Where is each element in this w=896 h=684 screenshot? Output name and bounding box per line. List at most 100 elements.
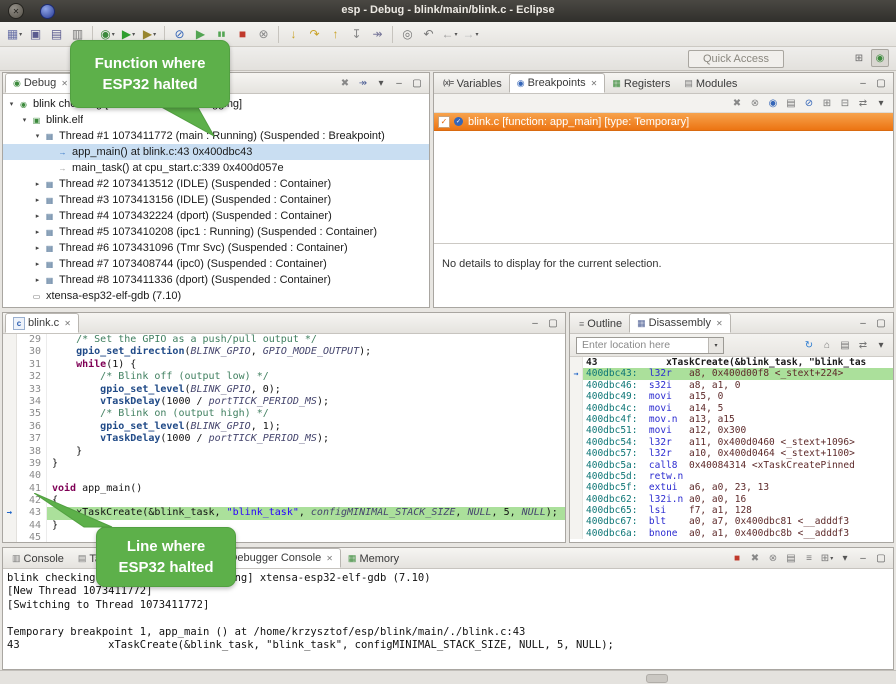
show-breakpoints-supported-icon[interactable]: ◉ xyxy=(765,95,781,111)
code-line[interactable]: 34 vTaskDelay(1000 / portTICK_PERIOD_MS)… xyxy=(3,396,565,408)
breakpoint-row[interactable]: ✓ ✓ blink.c [function: app_main] [type: … xyxy=(434,113,893,131)
maximize-icon[interactable]: ▢ xyxy=(873,550,889,566)
disassembly-row[interactable]: 400dbc5d: retw.n xyxy=(570,471,893,482)
minimize-icon[interactable]: – xyxy=(855,315,871,331)
debug-tree-item[interactable]: ▸▦Thread #8 1073411336 (dport) (Suspende… xyxy=(3,272,429,288)
disassembly-row[interactable]: 400dbc6a: bnone a0, a1, 0x400dbc8b <__ad… xyxy=(570,528,893,539)
sync-with-debug-icon[interactable]: ⇄ xyxy=(855,337,871,353)
tab-breakpoints[interactable]: ◉Breakpoints✕ xyxy=(509,73,606,93)
maximize-icon[interactable]: ▢ xyxy=(409,75,425,91)
minimize-icon[interactable]: – xyxy=(391,75,407,91)
disassembly-row[interactable]: 400dbc65: lsi f7, a1, 128 xyxy=(570,505,893,516)
remove-all-breakpoints-icon[interactable]: ⊗ xyxy=(747,95,763,111)
skip-all-breakpoints-icon[interactable]: ⊘ xyxy=(801,95,817,111)
search-icon[interactable]: ◎ xyxy=(398,24,417,44)
remove-all-terminated-icon[interactable]: ✖ xyxy=(337,75,353,91)
disassembly-body[interactable]: 43 xTaskCreate(&blink_task, "blink_tas→4… xyxy=(570,357,893,542)
code-line[interactable]: 29 /* Set the GPIO as a push/pull output… xyxy=(3,334,565,346)
disassembly-row[interactable]: 43 xTaskCreate(&blink_task, "blink_tas xyxy=(570,357,893,368)
disconnect-icon[interactable]: ⊗ xyxy=(254,24,273,44)
disassembly-row[interactable]: 400dbc51: movi a12, 0x300 xyxy=(570,425,893,436)
code-line[interactable]: 32 /* Blink off (output low) */ xyxy=(3,371,565,383)
code-line[interactable]: 45 xyxy=(3,532,565,542)
disassembly-row[interactable]: 400dbc62: l32i.n a0, a0, 16 xyxy=(570,494,893,505)
quick-access-button[interactable]: Quick Access xyxy=(688,50,784,68)
maximize-icon[interactable]: ▢ xyxy=(873,315,889,331)
expand-icon[interactable]: ▸ xyxy=(32,276,43,284)
expand-icon[interactable]: ▸ xyxy=(32,180,43,188)
debug-tree-item[interactable]: →app_main() at blink.c:43 0x400dbc43 xyxy=(3,144,429,160)
maximize-icon[interactable]: ▢ xyxy=(545,315,561,331)
close-tab-icon[interactable]: ✕ xyxy=(591,79,598,88)
minimize-icon[interactable]: – xyxy=(855,75,871,91)
step-over-icon[interactable]: ↷ xyxy=(305,24,324,44)
debug-tree-item[interactable]: ▸▦Thread #3 1073413156 (IDLE) (Suspended… xyxy=(3,192,429,208)
scrollbar-thumb[interactable] xyxy=(646,674,668,683)
debug-perspective-icon[interactable]: ◉ xyxy=(871,49,889,67)
code-line[interactable]: 39} xyxy=(3,458,565,470)
last-edit-location-icon[interactable]: ↶ xyxy=(419,24,438,44)
debug-tree-item[interactable]: ▸▦Thread #6 1073431096 (Tmr Svc) (Suspen… xyxy=(3,240,429,256)
tab-disassembly[interactable]: ▦Disassembly✕ xyxy=(629,313,731,333)
minimize-icon[interactable]: – xyxy=(855,550,871,566)
expand-icon[interactable]: ▸ xyxy=(32,244,43,252)
drop-to-frame-icon[interactable]: ↧ xyxy=(347,24,366,44)
debug-tree-item[interactable]: ▸▦Thread #5 1073410208 (ipc1 : Running) … xyxy=(3,224,429,240)
step-into-icon[interactable]: ↓ xyxy=(284,24,303,44)
save-icon[interactable]: ▣ xyxy=(26,24,45,44)
disassembly-row[interactable]: 400dbc5a: call8 0x40084314 <xTaskCreateP… xyxy=(570,460,893,471)
forward-icon[interactable]: →▾ xyxy=(461,24,480,44)
view-menu-icon[interactable]: ▾ xyxy=(373,75,389,91)
view-menu-icon[interactable]: ▾ xyxy=(873,95,889,111)
remove-launch-icon[interactable]: ✖ xyxy=(747,550,763,566)
code-line[interactable]: 38 } xyxy=(3,446,565,458)
tab-blink-c[interactable]: c blink.c ✕ xyxy=(5,313,79,333)
save-all-icon[interactable]: ▤ xyxy=(47,24,66,44)
collapse-icon[interactable]: ▾ xyxy=(32,132,43,140)
refresh-icon[interactable]: ↻ xyxy=(801,337,817,353)
code-line[interactable]: 37 vTaskDelay(1000 / portTICK_PERIOD_MS)… xyxy=(3,433,565,445)
disassembly-row[interactable]: 400dbc4c: movi a14, 5 xyxy=(570,403,893,414)
home-icon[interactable]: ⌂ xyxy=(819,337,835,353)
instruction-stepping-mode-icon[interactable]: ↠ xyxy=(355,75,371,91)
combo-dropdown-icon[interactable]: ▾ xyxy=(708,338,723,353)
debug-tree-item[interactable]: ▸▦Thread #4 1073432224 (dport) (Suspende… xyxy=(3,208,429,224)
disassembly-row[interactable]: →400dbc43: l32r a8, 0x400d00f8 <_stext+2… xyxy=(570,368,893,379)
close-tab-icon[interactable]: ✕ xyxy=(64,319,71,328)
back-icon[interactable]: ←▾ xyxy=(440,24,459,44)
breakpoint-checkbox[interactable]: ✓ xyxy=(438,116,450,128)
remove-all-launches-icon[interactable]: ⊗ xyxy=(765,550,781,566)
debug-tree-item[interactable]: ▭xtensa-esp32-elf-gdb (7.10) xyxy=(3,288,429,304)
tab-console[interactable]: ▥Console xyxy=(5,549,71,568)
expand-icon[interactable]: ▸ xyxy=(32,212,43,220)
terminate-icon[interactable]: ■ xyxy=(233,24,252,44)
open-console-icon[interactable]: ⊞▾ xyxy=(819,550,835,566)
remove-selected-breakpoints-icon[interactable]: ✖ xyxy=(729,95,745,111)
tab-registers[interactable]: ▦Registers xyxy=(605,74,677,93)
debug-tree-item[interactable]: ▸▦Thread #7 1073408744 (ipc0) (Suspended… xyxy=(3,256,429,272)
collapse-icon[interactable]: ▾ xyxy=(19,116,30,124)
go-to-file-icon[interactable]: ▤ xyxy=(783,95,799,111)
window-close-button[interactable]: ✕ xyxy=(8,3,24,19)
maximize-icon[interactable]: ▢ xyxy=(873,75,889,91)
view-menu-icon[interactable]: ▾ xyxy=(873,337,889,353)
collapse-all-icon[interactable]: ⊟ xyxy=(837,95,853,111)
disassembly-row[interactable]: 400dbc54: l32r a11, 0x400d0460 <_stext+1… xyxy=(570,437,893,448)
expand-all-icon[interactable]: ⊞ xyxy=(819,95,835,111)
disassembly-row[interactable]: 400dbc57: l32r a10, 0x400d0464 <_stext+1… xyxy=(570,448,893,459)
tab-memory[interactable]: ▦Memory xyxy=(341,549,406,568)
tab-outline[interactable]: ≡Outline xyxy=(572,314,629,333)
disassembly-row[interactable]: 400dbc49: movi a15, 0 xyxy=(570,391,893,402)
new-wizard-icon[interactable]: ▦▾ xyxy=(5,24,24,44)
close-tab-icon[interactable]: ✕ xyxy=(61,79,68,88)
disassembly-row[interactable]: 400dbc4f: mov.n a13, a15 xyxy=(570,414,893,425)
tab-variables[interactable]: (x)=Variables xyxy=(436,74,509,93)
code-line[interactable]: 40 xyxy=(3,470,565,482)
expand-icon[interactable]: ▸ xyxy=(32,196,43,204)
code-line[interactable]: 36 gpio_set_level(BLINK_GPIO, 1); xyxy=(3,421,565,433)
scroll-lock-icon[interactable]: ≡ xyxy=(801,550,817,566)
location-input[interactable]: Enter location here ▾ xyxy=(576,337,724,354)
link-with-debug-view-icon[interactable]: ⇄ xyxy=(855,95,871,111)
expand-icon[interactable]: ▸ xyxy=(32,260,43,268)
close-tab-icon[interactable]: ✕ xyxy=(716,319,723,328)
